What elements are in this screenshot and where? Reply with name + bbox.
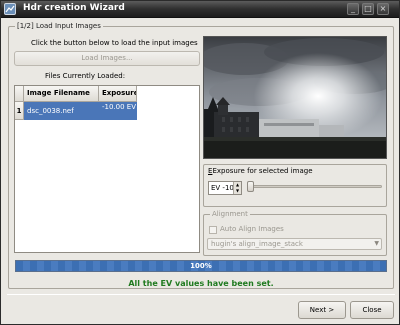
- align-method-value: hugin's align_image_stack: [211, 240, 303, 248]
- files-table[interactable]: Image Filename Exposure 1 dsc_0038.nef -…: [14, 85, 200, 253]
- files-loaded-label: Files Currently Loaded:: [45, 72, 126, 80]
- ev-spinbox[interactable]: EV -10 ▲ ▼: [208, 181, 242, 195]
- step-legend: [1/2] Load Input Images: [15, 22, 103, 30]
- exposure-slider-handle[interactable]: [247, 181, 254, 192]
- status-message: All the EV values have been set.: [128, 279, 274, 288]
- load-images-label: Load Images...: [81, 54, 133, 62]
- progress-text: 100%: [190, 262, 212, 270]
- table-corner: [15, 86, 24, 102]
- separator: [7, 294, 395, 295]
- load-images-button[interactable]: Load Images...: [14, 51, 200, 66]
- ev-spin-value: EV -10: [211, 184, 234, 192]
- spin-arrows[interactable]: ▲ ▼: [233, 182, 241, 194]
- spin-down-icon[interactable]: ▼: [234, 188, 241, 194]
- preview-photo: [204, 37, 386, 158]
- table-cell-exposure[interactable]: -10.00 EV: [99, 102, 137, 120]
- exposure-slider[interactable]: [247, 185, 382, 188]
- chevron-down-icon[interactable]: ▼: [374, 239, 379, 249]
- next-label: Next >: [309, 306, 335, 314]
- column-header-exposure[interactable]: Exposure: [99, 86, 137, 102]
- progress-bar: 100%: [15, 260, 387, 272]
- instruction-text: Click the button below to load the input…: [31, 39, 198, 47]
- table-cell-filename[interactable]: dsc_0038.nef: [24, 102, 99, 120]
- image-preview: [203, 36, 387, 159]
- close-icon[interactable]: ×: [377, 3, 389, 15]
- window-title: Hdr creation Wizard: [23, 3, 125, 13]
- minimize-icon[interactable]: _: [347, 3, 359, 15]
- alignment-legend: Alignment: [210, 210, 250, 218]
- next-button[interactable]: Next >: [298, 301, 346, 319]
- table-row-number[interactable]: 1: [15, 102, 24, 120]
- exposure-label: EExposure for selected image: [208, 167, 313, 175]
- maximize-icon[interactable]: □: [362, 3, 374, 15]
- hdr-wizard-window: Hdr creation Wizard _ □ × [1/2] Load Inp…: [0, 0, 400, 325]
- auto-align-label: Auto Align Images: [220, 225, 284, 233]
- column-header-filename[interactable]: Image Filename: [24, 86, 99, 102]
- titlebar[interactable]: Hdr creation Wizard _ □ ×: [1, 1, 399, 18]
- align-method-dropdown[interactable]: hugin's align_image_stack ▼: [207, 238, 382, 250]
- auto-align-checkbox[interactable]: [209, 226, 217, 234]
- close-label: Close: [362, 306, 382, 314]
- app-icon: [4, 3, 16, 15]
- close-button[interactable]: Close: [350, 301, 394, 319]
